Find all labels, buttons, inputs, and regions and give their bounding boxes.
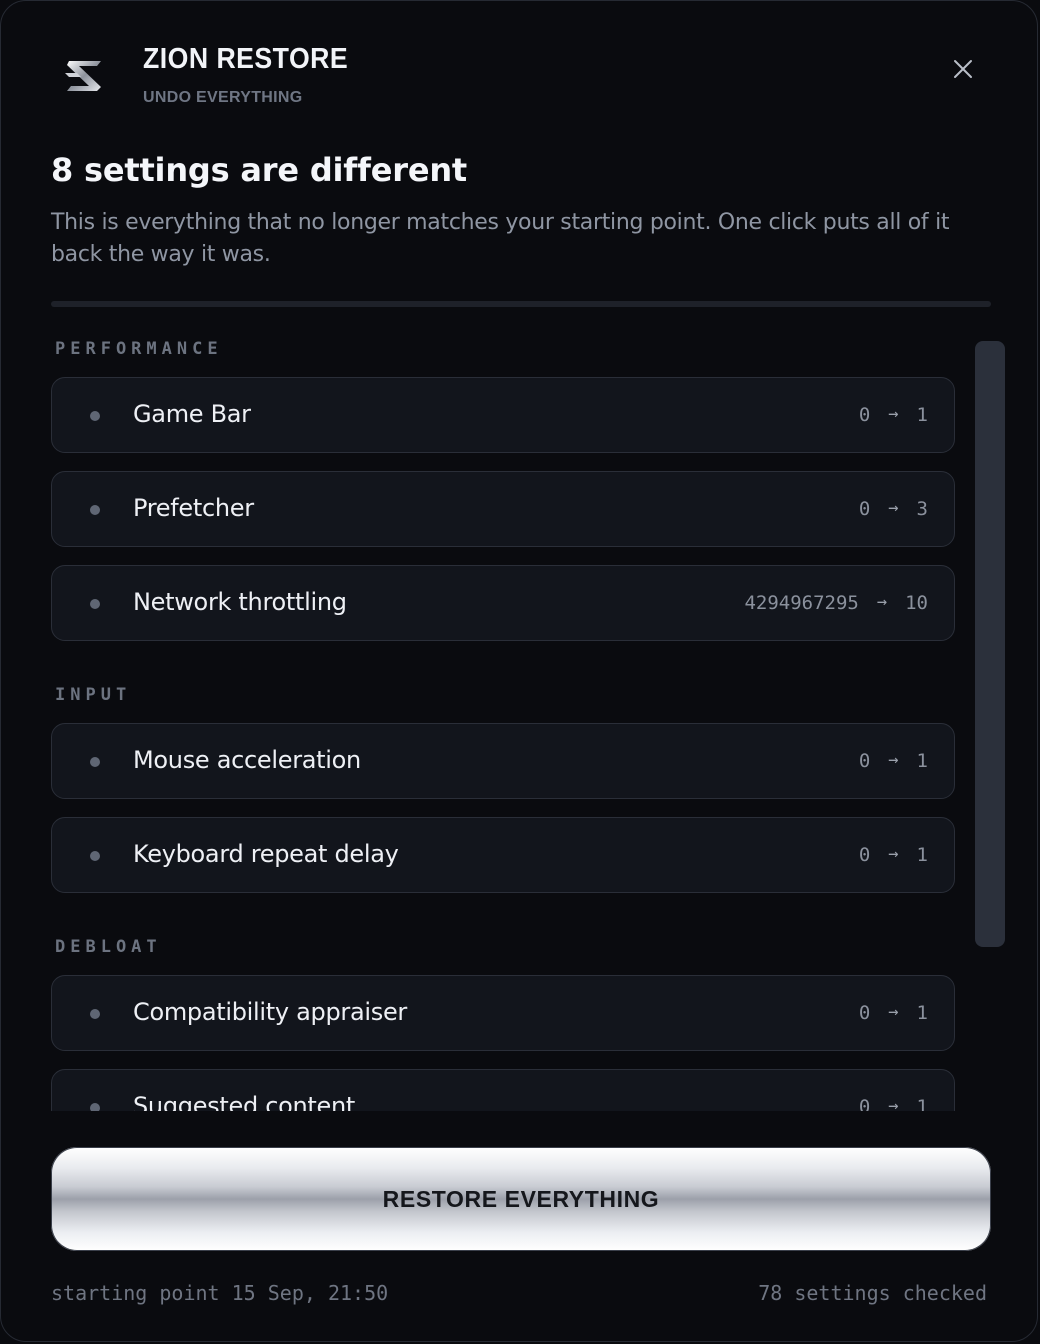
list-item[interactable]: Suggested content 0 → 1: [51, 1069, 955, 1111]
close-button[interactable]: [947, 53, 979, 85]
bullet-icon: [90, 1009, 100, 1019]
arrow-right-icon: →: [888, 498, 899, 518]
arrow-right-icon: →: [888, 750, 899, 770]
old-value: 0: [858, 1096, 871, 1111]
list-item[interactable]: Network throttling 4294967295 → 10: [51, 565, 955, 641]
new-value: 3: [916, 498, 928, 520]
list-item[interactable]: Compatibility appraiser 0 → 1: [51, 975, 955, 1051]
app-title: ZION RESTORE: [143, 43, 349, 75]
setting-name: Suggested content: [133, 1092, 356, 1111]
list-scrollbar[interactable]: [975, 341, 1005, 947]
setting-name: Game Bar: [133, 400, 251, 428]
restore-button-label: RESTORE EVERYTHING: [382, 1185, 660, 1212]
old-value: 0: [858, 750, 871, 772]
arrow-right-icon: →: [888, 844, 899, 864]
arrow-right-icon: →: [888, 404, 899, 424]
new-value: 10: [905, 592, 928, 614]
setting-name: Keyboard repeat delay: [133, 840, 399, 868]
value-change: 0 → 1: [859, 750, 928, 772]
restore-dialog: ZION RESTORE UNDO EVERYTHING 8 settings …: [0, 0, 1038, 1342]
setting-name: Prefetcher: [133, 494, 254, 522]
settings-checked-count: 78 settings checked: [758, 1281, 987, 1305]
old-value: 0: [858, 404, 871, 426]
section-label-performance: PERFORMANCE: [55, 339, 223, 359]
new-value: 1: [916, 404, 928, 426]
section-label-debloat: DEBLOAT: [55, 937, 162, 957]
arrow-right-icon: →: [876, 592, 888, 612]
list-item[interactable]: Keyboard repeat delay 0 → 1: [51, 817, 955, 893]
setting-name: Network throttling: [133, 588, 347, 616]
new-value: 1: [916, 1096, 928, 1111]
changes-headline: 8 settings are different: [51, 151, 467, 189]
starting-point-timestamp: starting point 15 Sep, 21:50: [51, 1281, 389, 1305]
setting-name: Compatibility appraiser: [133, 998, 407, 1026]
close-icon: [954, 60, 972, 78]
setting-name: Mouse acceleration: [133, 746, 361, 774]
old-value: 0: [858, 498, 871, 520]
value-change: 4294967295 → 10: [744, 592, 928, 614]
bullet-icon: [90, 1103, 100, 1111]
value-change: 0 → 1: [859, 404, 928, 426]
bullet-icon: [90, 757, 100, 767]
zion-logo-icon: [65, 61, 101, 91]
arrow-right-icon: →: [888, 1096, 899, 1111]
value-change: 0 → 1: [859, 1096, 928, 1111]
list-item[interactable]: Game Bar 0 → 1: [51, 377, 955, 453]
list-item[interactable]: Prefetcher 0 → 3: [51, 471, 955, 547]
app-subtitle: UNDO EVERYTHING: [143, 89, 303, 106]
restore-everything-button[interactable]: RESTORE EVERYTHING: [51, 1147, 991, 1251]
new-value: 1: [916, 844, 928, 866]
bullet-icon: [90, 599, 100, 609]
bullet-icon: [90, 505, 100, 515]
new-value: 1: [916, 750, 928, 772]
new-value: 1: [916, 1002, 928, 1024]
old-value: 4294967295: [744, 592, 859, 614]
section-label-input: INPUT: [55, 685, 132, 705]
old-value: 0: [858, 1002, 871, 1024]
divider: [51, 301, 991, 307]
value-change: 0 → 1: [859, 1002, 928, 1024]
bullet-icon: [90, 851, 100, 861]
changes-list[interactable]: PERFORMANCE Game Bar 0 → 1 Prefetcher 0 …: [51, 331, 961, 1111]
value-change: 0 → 1: [859, 844, 928, 866]
list-item[interactable]: Mouse acceleration 0 → 1: [51, 723, 955, 799]
bullet-icon: [90, 411, 100, 421]
value-change: 0 → 3: [859, 498, 928, 520]
changes-description: This is everything that no longer matche…: [51, 210, 950, 267]
arrow-right-icon: →: [888, 1002, 899, 1022]
old-value: 0: [858, 844, 871, 866]
